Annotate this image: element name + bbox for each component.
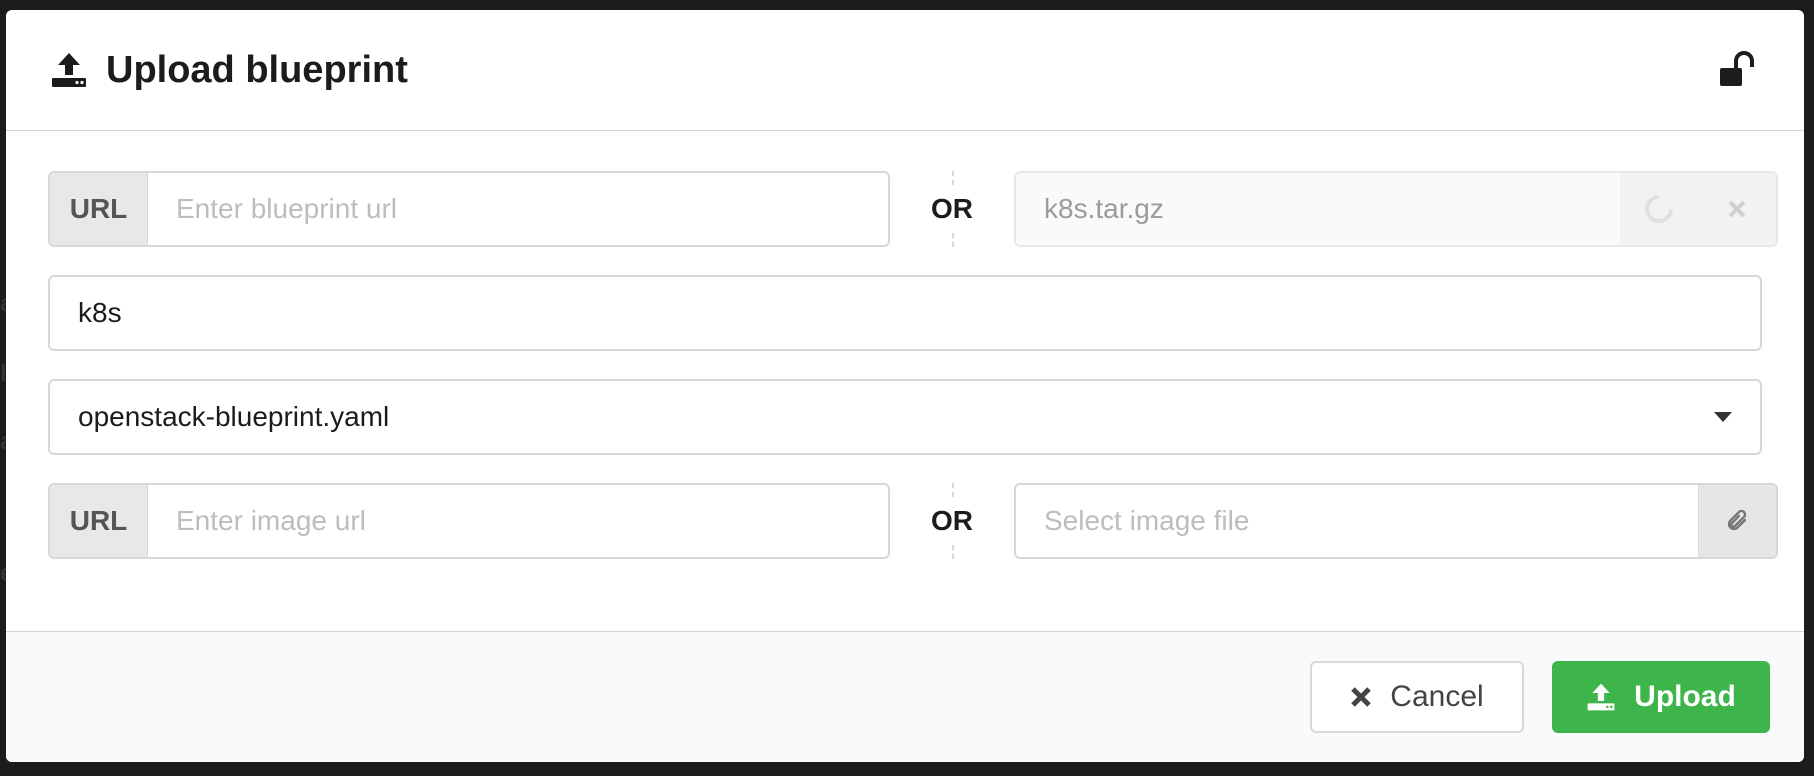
upload-icon: [50, 50, 90, 90]
url-label: URL: [50, 173, 148, 245]
blueprint-url-group: URL: [48, 171, 890, 247]
caret-down-icon: [1714, 412, 1732, 422]
modal-header: Upload blueprint: [6, 10, 1804, 131]
dropdown-selected: openstack-blueprint.yaml: [78, 401, 390, 432]
or-label: OR: [931, 193, 973, 224]
modal-footer: Cancel Upload: [6, 631, 1804, 762]
modal-body: URL OR k8s.tar.gz: [6, 131, 1804, 631]
blueprint-file-group: k8s.tar.gz: [1014, 171, 1778, 247]
url-label: URL: [50, 485, 148, 557]
image-url-group: URL: [48, 483, 890, 559]
or-divider: OR: [902, 483, 1002, 559]
blueprint-name-input[interactable]: k8s: [48, 275, 1762, 351]
close-icon: [1350, 686, 1372, 708]
image-file-group: [1014, 483, 1778, 559]
paperclip-icon[interactable]: [1698, 485, 1776, 557]
modal-title: Upload blueprint: [106, 48, 408, 91]
refresh-icon[interactable]: [1620, 173, 1698, 245]
upload-button[interactable]: Upload: [1552, 661, 1770, 733]
blueprint-url-input[interactable]: [148, 173, 888, 245]
blueprint-name-row: k8s: [48, 275, 1762, 351]
blueprint-file-display[interactable]: k8s.tar.gz: [1016, 173, 1620, 245]
cancel-label: Cancel: [1390, 680, 1484, 713]
image-url-input[interactable]: [148, 485, 888, 557]
cancel-button[interactable]: Cancel: [1310, 661, 1524, 733]
close-icon[interactable]: [1698, 173, 1776, 245]
upload-label: Upload: [1634, 680, 1736, 713]
or-label: OR: [931, 505, 973, 536]
blueprint-source-row: URL OR k8s.tar.gz: [48, 171, 1778, 247]
or-divider: OR: [902, 171, 1002, 247]
image-source-row: URL OR: [48, 483, 1778, 559]
upload-icon: [1586, 682, 1616, 712]
blueprint-file-row: openstack-blueprint.yaml: [48, 379, 1762, 455]
blueprint-file-dropdown[interactable]: openstack-blueprint.yaml: [48, 379, 1762, 455]
unlock-icon[interactable]: [1716, 48, 1760, 92]
image-file-input[interactable]: [1016, 485, 1698, 557]
upload-blueprint-modal: Upload blueprint URL OR k8s.tar.gz: [6, 10, 1804, 762]
